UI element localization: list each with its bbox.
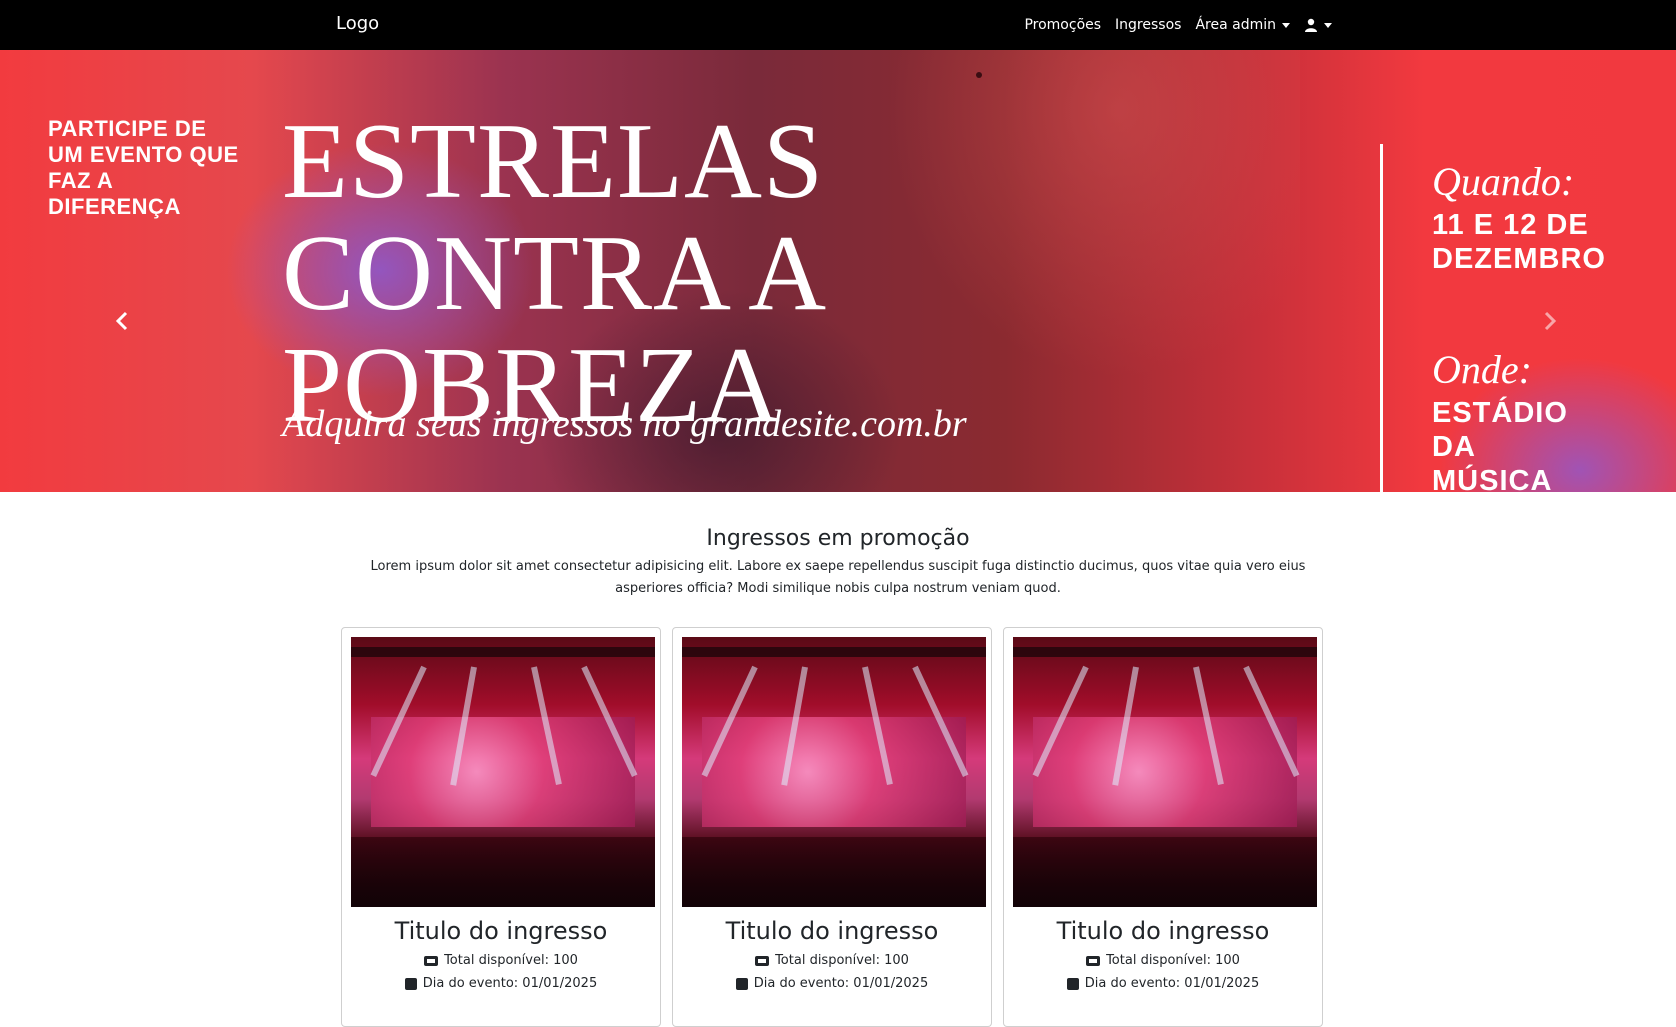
card-date: Dia do evento: 01/01/2025 xyxy=(351,976,651,991)
hero-tagline: PARTICIPE DE UM EVENTO QUE FAZ A DIFEREN… xyxy=(48,116,239,219)
concert-image xyxy=(1013,637,1317,907)
hero-title-line1: ESTRELAS xyxy=(282,102,825,221)
card-title: Titulo do ingresso xyxy=(1056,917,1270,945)
ticket-icon xyxy=(755,955,770,966)
carousel-prev-button[interactable] xyxy=(110,306,134,336)
where-label: Onde: xyxy=(1432,347,1532,392)
caret-down-icon xyxy=(1282,22,1290,28)
hero-image-detail xyxy=(976,72,982,78)
hero-title: ESTRELAS CONTRA A POBREZA xyxy=(282,106,1342,442)
ticket-card-list: Titulo do ingresso Total disponível: 100… xyxy=(341,627,1331,1027)
when-label: Quando: xyxy=(1432,159,1575,204)
caret-down-icon xyxy=(1324,22,1332,28)
card-date: Dia do evento: 01/01/2025 xyxy=(682,976,982,991)
user-icon xyxy=(1305,18,1317,32)
navbar: Logo Promoções Ingressos Área admin xyxy=(0,0,1676,50)
card-date-text: Dia do evento: 01/01/2025 xyxy=(1084,976,1260,991)
chevron-right-icon xyxy=(1544,311,1557,331)
ticket-icon xyxy=(1086,955,1101,966)
card-total: Total disponível: 100 xyxy=(351,953,651,968)
where-value: ESTÁDIO DA MÚSICA xyxy=(1432,397,1568,492)
ticket-card[interactable]: Titulo do ingresso Total disponível: 100… xyxy=(672,627,992,1027)
ticket-icon xyxy=(424,955,439,966)
card-date-text: Dia do evento: 01/01/2025 xyxy=(753,976,929,991)
carousel-next-button[interactable] xyxy=(1538,306,1562,336)
section-description: Lorem ipsum dolor sit amet consectetur a… xyxy=(370,559,1306,596)
card-date-text: Dia do evento: 01/01/2025 xyxy=(422,976,598,991)
card-title: Titulo do ingresso xyxy=(725,917,939,945)
concert-image xyxy=(682,637,986,907)
logo[interactable]: Logo xyxy=(336,13,379,34)
hero-carousel: PARTICIPE DE UM EVENTO QUE FAZ A DIFEREN… xyxy=(0,50,1676,492)
ticket-card[interactable]: Titulo do ingresso Total disponível: 100… xyxy=(1003,627,1323,1027)
ticket-card[interactable]: Titulo do ingresso Total disponível: 100… xyxy=(341,627,661,1027)
card-total-text: Total disponível: 100 xyxy=(775,953,909,968)
nav-link-ingressos[interactable]: Ingressos xyxy=(1115,17,1181,33)
section-title: Ingressos em promoção xyxy=(706,526,970,551)
concert-image xyxy=(351,637,655,907)
hero-subtitle: Adquira seus ingressos no grandesite.com… xyxy=(282,403,967,445)
admin-dropdown[interactable]: Área admin xyxy=(1195,17,1290,33)
card-total-text: Total disponível: 100 xyxy=(1106,953,1240,968)
card-date: Dia do evento: 01/01/2025 xyxy=(1013,976,1313,991)
nav-link-promocoes[interactable]: Promoções xyxy=(1024,17,1101,33)
hero-divider xyxy=(1380,144,1383,492)
card-total: Total disponível: 100 xyxy=(1013,953,1313,968)
card-total: Total disponível: 100 xyxy=(682,953,982,968)
card-total-text: Total disponível: 100 xyxy=(444,953,578,968)
when-value: 11 E 12 DE DEZEMBRO xyxy=(1432,209,1606,275)
admin-dropdown-label: Área admin xyxy=(1195,17,1276,33)
card-title: Titulo do ingresso xyxy=(394,917,608,945)
chevron-left-icon xyxy=(115,311,128,331)
nav-links: Promoções Ingressos Área admin xyxy=(1024,0,1332,50)
user-dropdown[interactable] xyxy=(1304,18,1332,32)
